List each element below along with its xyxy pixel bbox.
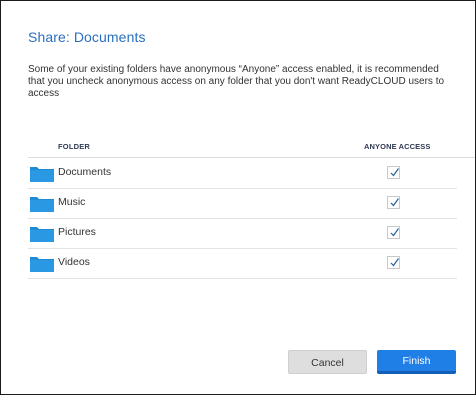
folder-row-pictures: Pictures — [28, 218, 457, 249]
folder-icon — [29, 165, 55, 183]
folder-row-videos: Videos — [28, 248, 457, 279]
check-icon — [390, 198, 399, 207]
dialog-title: Share: Documents — [28, 29, 146, 45]
folder-icon — [29, 195, 55, 213]
column-header-folder: FOLDER — [58, 142, 91, 151]
check-icon — [390, 228, 399, 237]
anyone-access-checkbox[interactable] — [387, 256, 400, 269]
folder-name: Pictures — [58, 226, 96, 238]
anyone-access-checkbox[interactable] — [387, 226, 400, 239]
finish-button[interactable]: Finish — [377, 350, 456, 374]
column-header-anyone-access: ANYONE ACCESS — [364, 142, 431, 151]
dialog-message: Some of your existing folders have anony… — [28, 64, 445, 99]
folder-name: Documents — [58, 166, 112, 178]
check-icon — [390, 168, 399, 177]
anyone-access-checkbox[interactable] — [387, 166, 400, 179]
folder-name: Videos — [58, 256, 90, 268]
folder-name: Music — [58, 196, 86, 208]
anyone-access-checkbox[interactable] — [387, 196, 400, 209]
share-dialog: Share: Documents Some of your existing f… — [0, 0, 476, 395]
cancel-button[interactable]: Cancel — [288, 350, 367, 374]
check-icon — [390, 258, 399, 267]
folder-icon — [29, 255, 55, 273]
folder-icon — [29, 225, 55, 243]
folder-row-music: Music — [28, 188, 457, 219]
folder-row-documents: Documents — [28, 158, 457, 189]
